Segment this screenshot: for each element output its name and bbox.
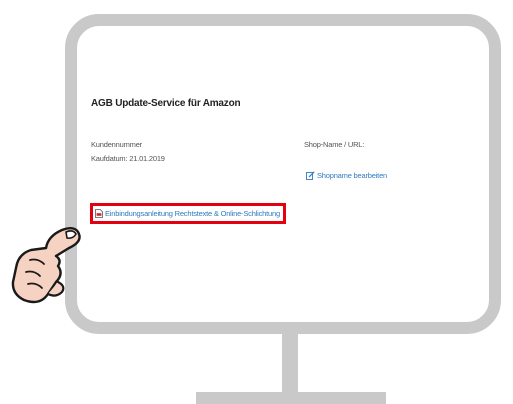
monitor-stand-neck	[282, 332, 298, 394]
edit-icon	[306, 171, 315, 180]
shop-name-label: Shop-Name / URL:	[304, 140, 365, 149]
monitor-stand-base	[196, 392, 386, 404]
installation-guide-link[interactable]: Einbindungsanleitung Rechtstexte & Onlin…	[90, 203, 286, 224]
customer-number-label: Kundennummer	[91, 140, 142, 149]
pdf-document-icon	[95, 209, 103, 218]
purchase-date: Kaufdatum: 21.01.2019	[91, 154, 165, 163]
monitor-screen: AGB Update-Service für Amazon Kundennumm…	[77, 26, 489, 322]
edit-shop-name-link[interactable]: Shopname bearbeiten	[306, 171, 387, 180]
stage: AGB Update-Service für Amazon Kundennumm…	[0, 0, 513, 404]
edit-shop-name-label: Shopname bearbeiten	[317, 171, 388, 180]
product-title: AGB Update-Service für Amazon	[91, 98, 241, 109]
pointing-hand-icon	[11, 227, 81, 304]
installation-guide-label: Einbindungsanleitung Rechtstexte & Onlin…	[105, 209, 280, 218]
